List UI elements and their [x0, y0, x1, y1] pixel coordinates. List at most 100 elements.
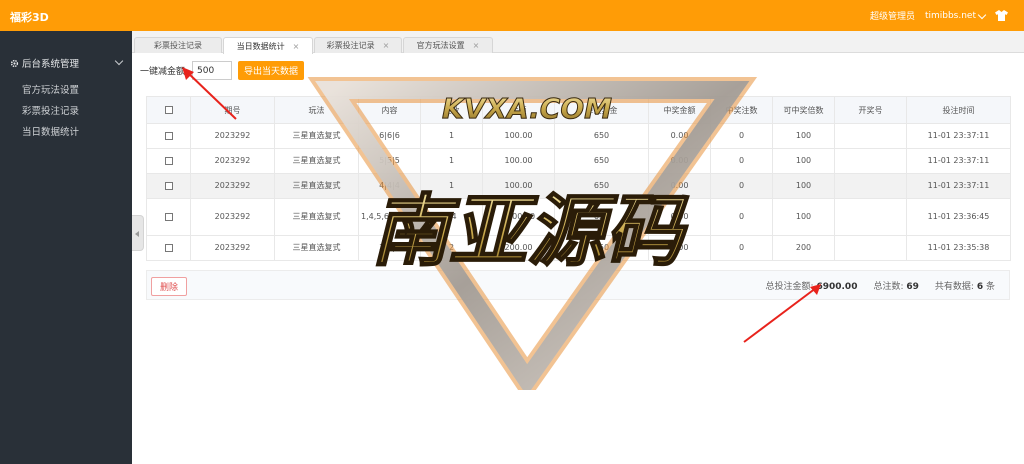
cell-draw — [834, 123, 907, 149]
export-button[interactable]: 导出当天数据 — [238, 61, 305, 80]
column-header: 开奖号 — [834, 96, 907, 124]
cell-play: 三星直选复式 — [274, 235, 359, 261]
cell-win-count: 0 — [710, 198, 773, 236]
user-area: 超级管理员 timibbs.net — [870, 9, 1008, 22]
table-row[interactable]: 2023292 三星直选复式 3|3|3 2 200.00 650 0.00 0… — [146, 235, 1011, 261]
user-role[interactable]: 超级管理员 — [870, 9, 915, 22]
site-name: timibbs.net — [924, 10, 976, 21]
column-header: 中奖注数 — [710, 96, 773, 124]
records-value: 6 — [976, 282, 984, 292]
cell-amount: 200.00 — [482, 235, 555, 261]
total-count-label: 总注数: — [873, 282, 904, 292]
table-header-row: 期号 玩法 内容 注数 金额 单注奖金 中奖金额 中奖注数 可中奖倍数 开奖号 … — [146, 96, 1011, 124]
column-header: 单注奖金 — [554, 96, 649, 124]
cell-time: 11-01 23:37:11 — [906, 148, 1011, 174]
sidebar-group-admin[interactable]: 后台系统管理 — [10, 56, 124, 70]
table-row[interactable]: 2023292 三星直选复式 4|4|4 1 100.00 650 0.00 0… — [146, 173, 1011, 199]
cell-odds: 650 — [554, 123, 649, 149]
row-select[interactable] — [146, 198, 191, 236]
row-select[interactable] — [146, 123, 191, 149]
records-count: 共有数据: 6 条 — [935, 279, 995, 292]
column-header: 玩法 — [274, 96, 359, 124]
cell-count: 2 — [420, 235, 483, 261]
total-count: 总注数: 69 — [873, 279, 918, 292]
site-menu[interactable]: timibbs.net — [924, 10, 987, 21]
cell-count: 1 — [420, 148, 483, 174]
cell-win-count: 0 — [710, 235, 773, 261]
cell-time: 11-01 23:36:45 — [906, 198, 1011, 236]
cell-win-count: 0 — [710, 173, 773, 199]
cell-time: 11-01 23:37:11 — [906, 173, 1011, 199]
sidebar-item-official-play[interactable]: 官方玩法设置 — [22, 82, 79, 96]
app-title: 福彩3D — [10, 11, 49, 24]
cell-odds: 650 — [554, 173, 649, 199]
tab-label: 彩票投注记录 — [154, 41, 202, 50]
cell-win: 0.00 — [648, 123, 711, 149]
close-icon[interactable]: × — [293, 42, 300, 51]
sidebar-group-label: 后台系统管理 — [22, 59, 80, 70]
cell-draw — [834, 235, 907, 261]
total-count-value: 69 — [906, 282, 919, 292]
cell-multiple: 100 — [772, 198, 835, 236]
annotation-arrow-icon — [182, 67, 237, 120]
column-header: 投注时间 — [906, 96, 1011, 124]
cell-period: 2023292 — [190, 198, 275, 236]
cell-period: 2023292 — [190, 123, 275, 149]
sidebar-collapse-handle[interactable] — [132, 215, 144, 251]
tab-label: 彩票投注记录 — [326, 41, 375, 50]
cell-win-count: 0 — [710, 123, 773, 149]
sidebar-item-daily-stats[interactable]: 当日数据统计 — [22, 124, 79, 138]
checkbox[interactable] — [164, 212, 173, 221]
cell-odds: 650 — [554, 148, 649, 174]
row-select[interactable] — [146, 235, 191, 261]
annotation-arrow-icon — [743, 284, 821, 343]
cell-draw — [834, 148, 907, 174]
sidebar-item-bet-records[interactable]: 彩票投注记录 — [22, 103, 79, 117]
cell-multiple: 100 — [772, 123, 835, 149]
column-header: 金额 — [482, 96, 555, 124]
column-header: 中奖金额 — [648, 96, 711, 124]
tab-bet-records[interactable]: 彩票投注记录 — [134, 37, 222, 53]
delete-button[interactable]: 删除 — [151, 277, 188, 296]
cell-count: 1 — [420, 173, 483, 199]
gear-icon — [10, 59, 19, 67]
tab-bar: 彩票投注记录 当日数据统计 × 彩票投注记录 × 官方玩法设置 × — [132, 31, 1024, 54]
tab-daily-stats[interactable]: 当日数据统计 × — [223, 37, 313, 54]
cell-play: 三星直选复式 — [274, 123, 359, 149]
tab-official-play[interactable]: 官方玩法设置 × — [403, 37, 493, 53]
bet-table-container: 期号 玩法 内容 注数 金额 单注奖金 中奖金额 中奖注数 可中奖倍数 开奖号 … — [146, 96, 1011, 261]
table-row[interactable]: 2023292 三星直选复式 1,4,5,6|3,4,5,6|3,4,5,6 6… — [146, 198, 1011, 236]
table-footer: 删除 总投注金额: 6900.00 总注数: 69 共有数据: 6 条 — [146, 270, 1010, 300]
close-icon[interactable]: × — [383, 41, 390, 50]
row-select[interactable] — [146, 148, 191, 174]
records-unit: 条 — [985, 282, 995, 292]
shirt-icon[interactable] — [995, 10, 1008, 21]
cell-play: 三星直选复式 — [274, 198, 359, 236]
row-select[interactable] — [146, 173, 191, 199]
tab-label: 当日数据统计 — [236, 41, 285, 51]
records-label: 共有数据: — [934, 282, 974, 292]
top-bar: 福彩3D 超级管理员 timibbs.net — [0, 0, 1024, 31]
column-header: 内容 — [358, 96, 421, 124]
table-row[interactable]: 2023292 三星直选复式 5|5|5 1 100.00 650 0.00 0… — [146, 148, 1011, 174]
cell-content: 1,4,5,6|3,4,5,6|3,4,5,6 — [358, 198, 450, 236]
cell-amount: 100.00 — [482, 148, 555, 174]
cell-draw — [834, 173, 907, 199]
close-icon[interactable]: × — [473, 41, 480, 50]
cell-time: 11-01 23:37:11 — [906, 123, 1011, 149]
checkbox[interactable] — [164, 106, 173, 114]
cell-play: 三星直选复式 — [274, 173, 359, 199]
tab-bet-records-2[interactable]: 彩票投注记录 × — [314, 37, 402, 53]
checkbox[interactable] — [164, 181, 173, 190]
table-row[interactable]: 2023292 三星直选复式 6|6|6 1 100.00 650 0.00 0… — [146, 123, 1011, 149]
checkbox[interactable] — [164, 243, 173, 252]
cell-win: 0.00 — [648, 198, 711, 236]
sidebar: 后台系统管理 官方玩法设置 彩票投注记录 当日数据统计 — [0, 31, 132, 464]
cell-play: 三星直选复式 — [274, 148, 359, 174]
cell-odds: 650 — [554, 235, 649, 261]
checkbox[interactable] — [164, 156, 173, 165]
cell-content: 3|3|3 — [358, 235, 421, 261]
checkbox[interactable] — [164, 131, 173, 140]
chevron-down-icon — [977, 10, 987, 19]
cell-content: 5|5|5 — [358, 148, 421, 174]
